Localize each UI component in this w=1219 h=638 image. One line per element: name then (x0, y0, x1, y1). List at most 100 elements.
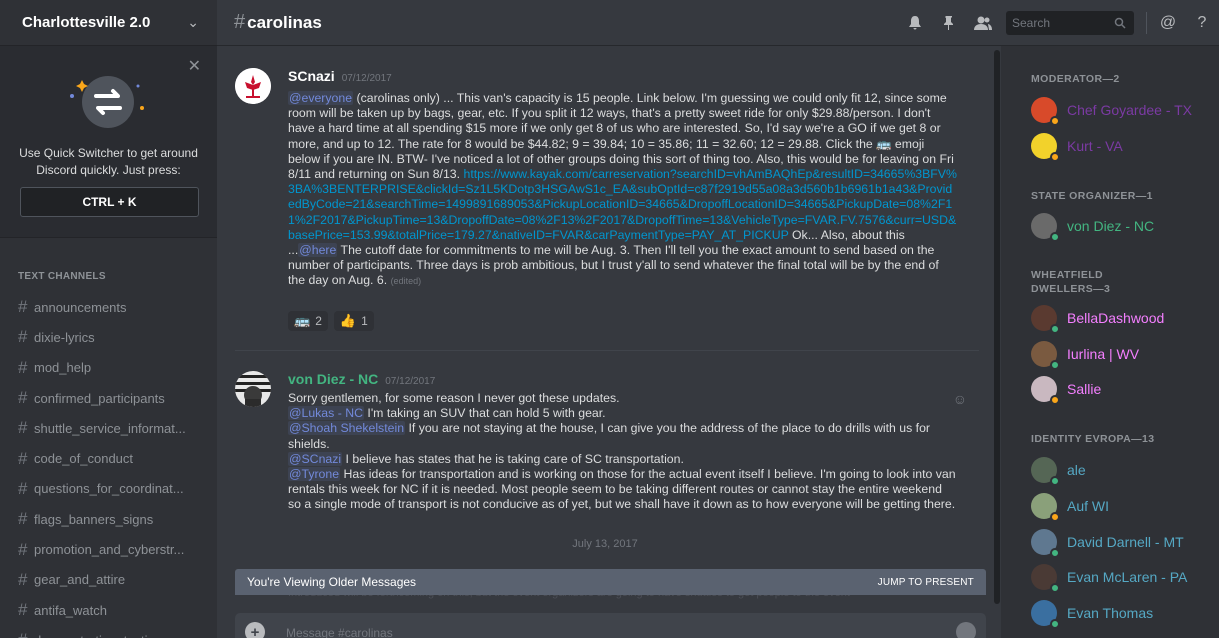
message-line: @SCnazi I believe has states that he is … (288, 451, 957, 467)
channel-label: promotion_and_cyberstr... (34, 542, 185, 558)
message-line: @Lukas - NC I'm taking an SUV that can h… (288, 406, 957, 421)
member-name: Auf WI (1067, 498, 1110, 514)
mention-user[interactable]: @Tyrone (288, 467, 341, 482)
channel-item[interactable]: # announcements (0, 292, 217, 322)
role-header: STATE ORGANIZER—1 (1031, 190, 1153, 202)
channel-label: dixie-lyrics (34, 329, 95, 345)
channel-item[interactable]: # confirmed_participants (0, 383, 217, 413)
pin-icon[interactable] (932, 0, 966, 46)
mention-user[interactable]: @Shoah Shekelstein (288, 421, 406, 436)
member-item[interactable]: Sallie (1031, 373, 1101, 405)
reaction-count: 2 (315, 314, 322, 328)
mention-user[interactable]: @Lukas - NC (288, 406, 364, 421)
discord-window: Charlottesville 2.0 ⌄ ✕ Use Quick Switch… (0, 0, 1219, 638)
channel-item[interactable]: #demonstration_tactics (0, 625, 217, 638)
header-toolbar: Search @ ? (898, 0, 1219, 46)
member-name: Chef Goyardee - TX (1067, 102, 1193, 118)
jump-to-present-button[interactable]: JUMP TO PRESENT (878, 577, 974, 588)
member-item[interactable]: Auf WI (1031, 490, 1109, 522)
member-item[interactable]: von Diez - NC (1031, 210, 1154, 242)
hash-icon: # (18, 327, 28, 347)
channel-item[interactable]: # mod_help (0, 353, 217, 383)
hash-icon: # (18, 478, 28, 498)
mention-user[interactable]: @SCnazi (288, 451, 343, 466)
status-online-icon (1050, 619, 1060, 629)
hash-icon: # (18, 600, 28, 620)
channel-item[interactable]: # shuttle_service_informat... (0, 413, 217, 443)
reaction-bus[interactable]: 🚌 2 (288, 311, 328, 331)
channel-item[interactable]: # code_of_conduct (0, 443, 217, 473)
scrollbar-thumb[interactable] (994, 50, 1000, 604)
message-text: Sorry gentlemen, for some reason I never… (288, 391, 620, 405)
member-item[interactable]: Chef Goyardee - TX (1031, 94, 1192, 126)
upload-plus-icon[interactable]: + (245, 622, 265, 638)
status-idle-icon (1050, 152, 1060, 162)
message-author[interactable]: von Diez - NC (288, 371, 378, 387)
message-input[interactable]: Message #carolinas (286, 626, 393, 638)
message-body: Sorry gentlemen, for some reason I never… (288, 391, 957, 513)
message-scrollbar[interactable] (993, 46, 1001, 604)
member-name: ale (1067, 462, 1086, 478)
reactions-row: 🚌 2 👍 1 (288, 311, 374, 331)
member-name: Kurt - VA (1067, 138, 1123, 154)
hash-icon: # (18, 448, 28, 468)
members-icon[interactable] (966, 0, 1000, 46)
mention-everyone[interactable]: @everyone (288, 91, 354, 105)
channel-item[interactable]: # gear_and_attire (0, 565, 217, 595)
avatar (1031, 600, 1060, 629)
channel-title: # carolinas (234, 11, 322, 34)
reaction-thumbs-up[interactable]: 👍 1 (333, 311, 374, 331)
channel-label: demonstration_tactics (34, 633, 160, 638)
older-messages-bar[interactable]: You're Viewing Older Messages JUMP TO PR… (235, 569, 986, 595)
member-item[interactable]: BellaDashwood (1031, 302, 1164, 334)
member-item[interactable]: ale (1031, 454, 1086, 486)
reaction-count: 1 (361, 314, 368, 328)
channel-sidebar: Charlottesville 2.0 ⌄ ✕ Use Quick Switch… (0, 0, 217, 638)
member-name: von Diez - NC (1067, 218, 1155, 234)
text-channels-category[interactable]: TEXT CHANNELS (18, 271, 217, 282)
avatar (1031, 305, 1060, 334)
avatar (1031, 564, 1060, 593)
channel-name: carolinas (247, 13, 322, 32)
emoji-picker-icon[interactable] (956, 622, 976, 638)
search-placeholder: Search (1012, 16, 1051, 30)
avatar[interactable] (235, 371, 271, 407)
channel-item[interactable]: # antifa_watch (0, 595, 217, 625)
member-name: Sallie (1067, 381, 1102, 397)
server-header[interactable]: Charlottesville 2.0 ⌄ (0, 0, 217, 46)
member-item[interactable]: Iurlina | WV (1031, 338, 1139, 370)
message-composer[interactable]: + Message #carolinas (235, 613, 986, 638)
channel-label: flags_banners_signs (34, 511, 154, 527)
channel-item[interactable]: # dixie-lyrics (0, 322, 217, 352)
message-author[interactable]: SCnazi (288, 68, 335, 84)
avatar[interactable] (235, 68, 271, 104)
member-item[interactable]: Evan McLaren - PA (1031, 561, 1187, 593)
member-item[interactable]: David Darnell - MT (1031, 526, 1184, 558)
message-divider (235, 350, 979, 351)
search-input[interactable]: Search (1006, 11, 1134, 35)
thumbs-up-emoji: 👍 (339, 313, 357, 328)
help-icon[interactable]: ? (1185, 0, 1219, 46)
channel-label: announcements (34, 299, 127, 315)
channel-item[interactable]: # questions_for_coordinat... (0, 474, 217, 504)
avatar (1031, 493, 1060, 522)
mentions-icon[interactable]: @ (1151, 0, 1185, 46)
member-name: BellaDashwood (1067, 310, 1165, 326)
member-list: MODERATOR—2 Chef Goyardee - TX Kurt - VA… (1001, 46, 1219, 638)
mention-here[interactable]: @here (298, 243, 338, 258)
hash-icon: # (18, 569, 28, 589)
channel-item[interactable]: # flags_banners_signs (0, 504, 217, 534)
chevron-down-icon[interactable]: ⌄ (187, 14, 199, 31)
member-item[interactable]: Evan Thomas (1031, 597, 1153, 629)
close-icon[interactable]: ✕ (188, 56, 201, 76)
channel-item[interactable]: # promotion_and_cyberstr... (0, 534, 217, 564)
status-online-icon (1050, 476, 1060, 486)
message-body: @everyone (carolinas only) ... This van'… (288, 91, 957, 290)
hash-icon: # (18, 297, 28, 317)
member-item[interactable]: Kurt - VA (1031, 130, 1123, 162)
date-divider: July 13, 2017 (572, 538, 638, 550)
channel-label: code_of_conduct (34, 451, 134, 467)
channel-header: # carolinas Search @ ? (217, 0, 1219, 46)
quick-switcher-card: ✕ Use Quick Switcher to get around Disco… (0, 46, 217, 238)
bell-icon[interactable] (898, 0, 932, 46)
